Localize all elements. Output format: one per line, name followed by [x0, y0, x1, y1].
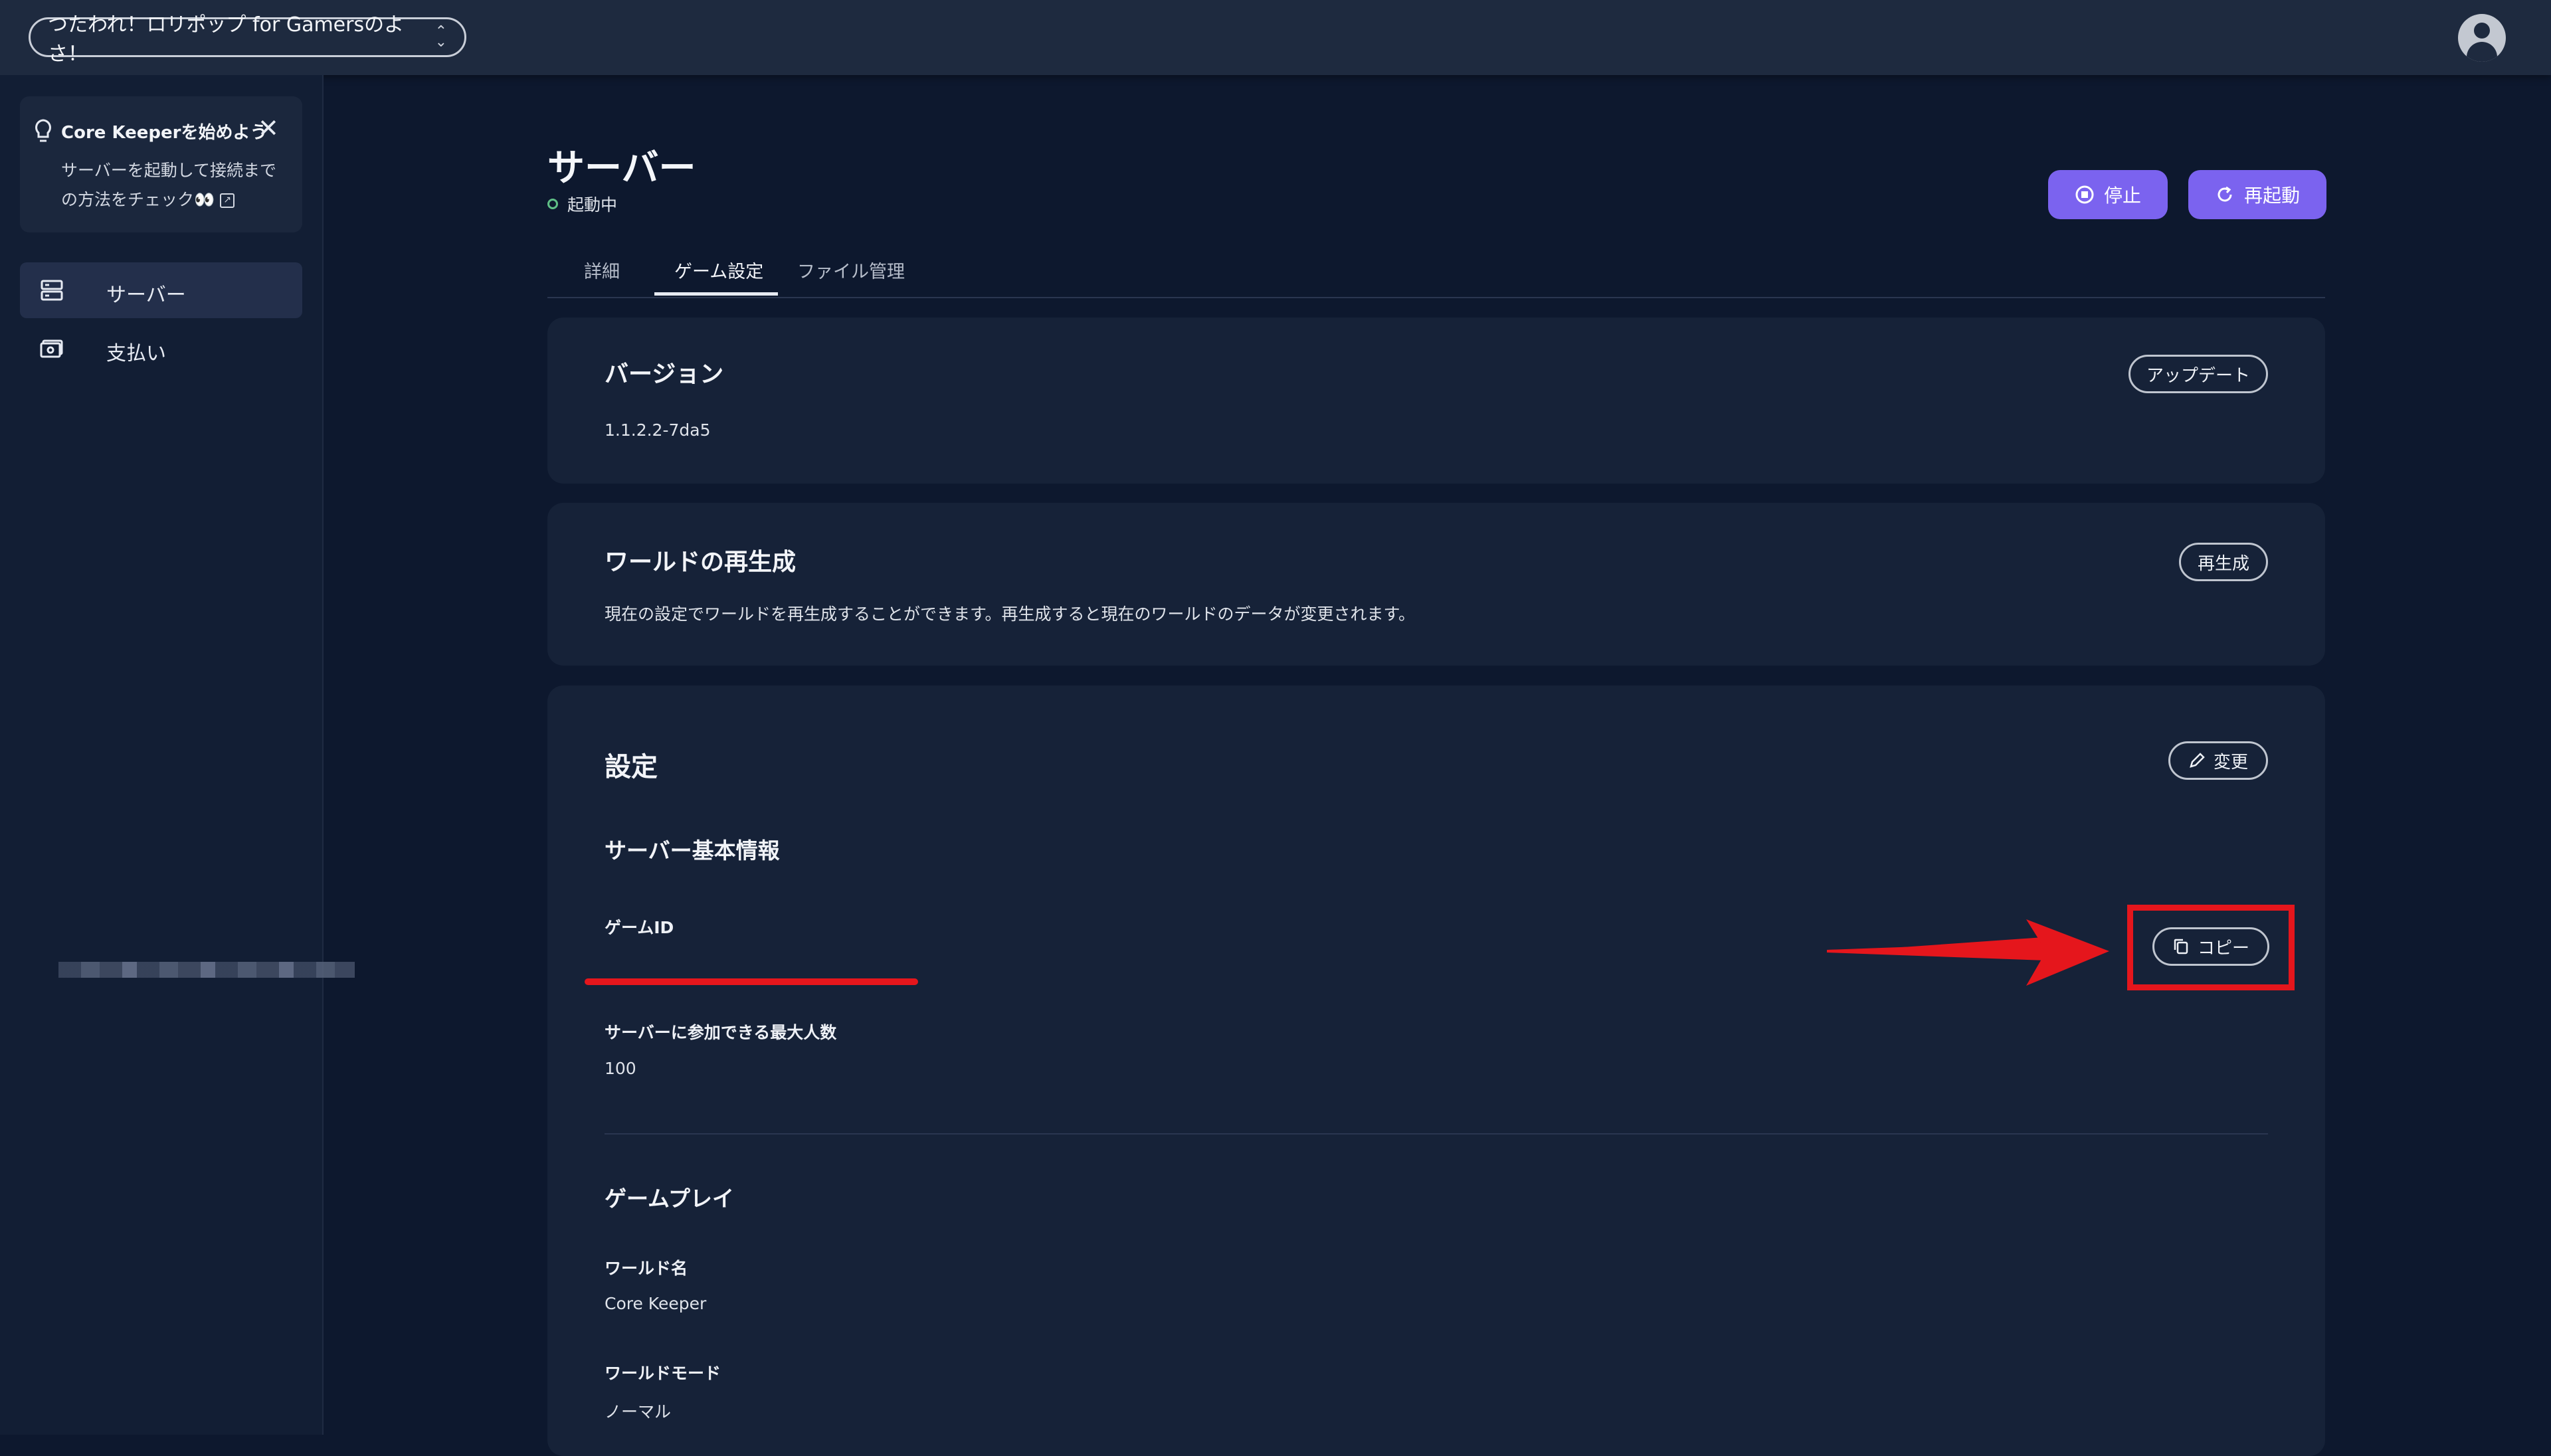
- tab-details[interactable]: 詳細: [584, 257, 620, 283]
- restart-label: 再起動: [2243, 185, 2300, 207]
- sidebar: Core Keeperを始めよう ✕ サーバーを起動して接続まで の方法をチェッ…: [0, 75, 324, 1435]
- update-button[interactable]: アップデート: [2128, 355, 2268, 393]
- status-text: 起動中: [567, 195, 618, 215]
- sidebar-item-label: サーバー: [106, 284, 186, 307]
- version-value: 1.1.2.2-7da5: [605, 420, 711, 440]
- regenerate-title: ワールドの再生成: [605, 549, 797, 576]
- settings-card: 設定 変更 サーバー基本情報 ゲームID コピー サーバーに参加できる最大人数 …: [547, 685, 2325, 1456]
- tip-body[interactable]: サーバーを起動して接続まで の方法をチェック👀 ↗: [61, 156, 300, 215]
- world-mode-value: ノーマル: [605, 1402, 672, 1421]
- sidebar-item-payment[interactable]: 支払い: [20, 321, 302, 377]
- tip-body-line1: サーバーを起動して接続まで: [61, 161, 277, 180]
- restart-button[interactable]: 再起動: [2188, 170, 2326, 219]
- version-card: バージョン 1.1.2.2-7da5 アップデート: [547, 318, 2325, 484]
- top-bar: つたわれ！ロリポップ for Gamersのよさ！ ⌃ ⌄: [0, 0, 2551, 75]
- stop-button[interactable]: 停止: [2048, 170, 2168, 219]
- regenerate-button[interactable]: 再生成: [2179, 543, 2268, 581]
- server-selector[interactable]: つたわれ！ロリポップ for Gamersのよさ！ ⌃ ⌄: [29, 13, 466, 66]
- pencil-icon: [2190, 753, 2205, 768]
- tip-title: Core Keeperを始めよう: [61, 123, 268, 143]
- version-title: バージョン: [605, 361, 724, 388]
- basic-info-section-title: サーバー基本情報: [605, 838, 780, 864]
- world-regenerate-card: ワールドの再生成 現在の設定でワールドを再生成することができます。再生成すると現…: [547, 503, 2325, 666]
- section-divider: [605, 1133, 2268, 1135]
- sidebar-item-label: 支払い: [106, 342, 166, 365]
- annotation-highlight-box: [2127, 905, 2295, 990]
- game-id-label: ゲームID: [605, 918, 674, 937]
- annotation-arrow-icon: [1827, 919, 2109, 986]
- active-tab-indicator: [654, 292, 778, 296]
- tab-file-management[interactable]: ファイル管理: [797, 257, 905, 283]
- lightbulb-icon: [35, 119, 51, 142]
- external-link-icon: ↗: [220, 193, 235, 208]
- world-name-label: ワールド名: [605, 1259, 688, 1278]
- server-selector-label: つたわれ！ロリポップ for Gamersのよさ！: [48, 13, 405, 66]
- page-title: サーバー: [547, 147, 696, 190]
- gameplay-section-title: ゲームプレイ: [605, 1186, 735, 1212]
- world-name-value: Core Keeper: [605, 1294, 707, 1313]
- chevron-up-down-icon: ⌃ ⌄: [434, 23, 447, 50]
- max-players-label: サーバーに参加できる最大人数: [605, 1023, 837, 1042]
- world-mode-label: ワールドモード: [605, 1364, 721, 1383]
- close-icon[interactable]: ✕: [258, 114, 279, 143]
- edit-button[interactable]: 変更: [2168, 741, 2268, 780]
- status-dot-icon: [547, 199, 558, 209]
- stop-icon: [2075, 185, 2094, 204]
- status-indicator: 起動中: [547, 192, 617, 216]
- edit-label: 変更: [2213, 752, 2248, 773]
- tab-bar: 詳細 ゲーム設定 ファイル管理: [547, 248, 2325, 298]
- server-icon: [41, 280, 63, 301]
- getting-started-tip: Core Keeperを始めよう ✕ サーバーを起動して接続まで の方法をチェッ…: [20, 96, 302, 232]
- user-avatar-icon[interactable]: [2458, 14, 2506, 62]
- redacted-game-id: [58, 962, 355, 978]
- stop-label: 停止: [2103, 185, 2141, 207]
- regenerate-description: 現在の設定でワールドを再生成することができます。再生成すると現在のワールドのデー…: [605, 604, 1416, 624]
- tip-body-line2[interactable]: の方法をチェック👀: [61, 190, 215, 209]
- restart-icon: [2218, 186, 2232, 202]
- settings-title: 設定: [605, 752, 658, 782]
- tab-game-settings[interactable]: ゲーム設定: [674, 257, 763, 283]
- payment-icon: [40, 339, 63, 358]
- update-label: アップデート: [2146, 365, 2250, 386]
- sidebar-item-server[interactable]: サーバー: [20, 262, 302, 318]
- annotation-underline: [585, 978, 918, 985]
- max-players-value: 100: [605, 1059, 636, 1078]
- regenerate-label: 再生成: [2197, 553, 2249, 574]
